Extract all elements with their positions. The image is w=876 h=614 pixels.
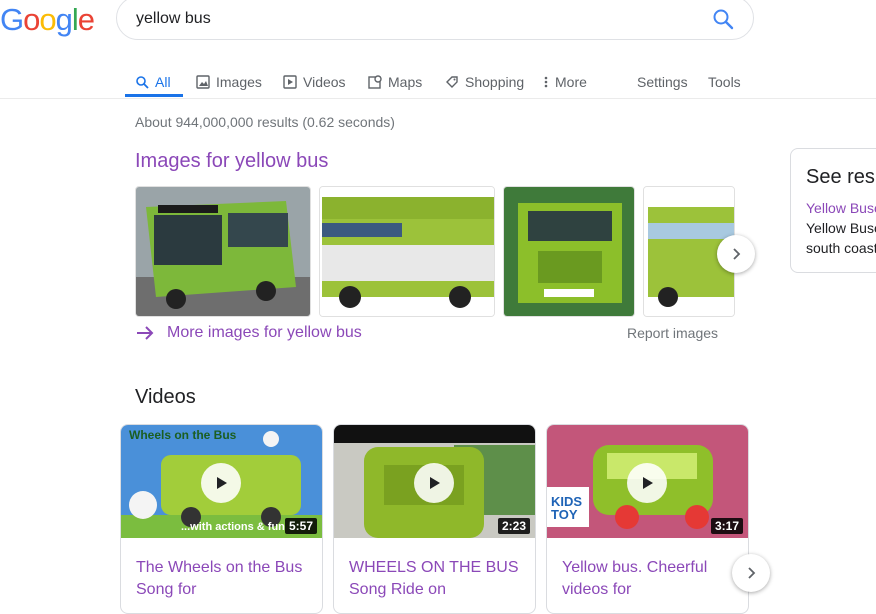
play-icon (217, 477, 227, 489)
search-box[interactable] (116, 0, 754, 40)
header-divider (0, 98, 876, 99)
logo-letter-g: G (0, 2, 24, 37)
logo-letter-g2: g (55, 2, 73, 37)
chevron-right-icon (733, 248, 741, 260)
tab-label: All (155, 74, 171, 90)
play-button[interactable] (414, 463, 454, 503)
play-icon (643, 477, 653, 489)
search-input[interactable] (136, 7, 696, 31)
image-result[interactable] (319, 186, 495, 317)
result-stats: About 944,000,000 results (0.62 seconds) (135, 114, 395, 130)
video-duration: 5:57 (284, 518, 317, 534)
play-button[interactable] (627, 463, 667, 503)
play-square-icon (283, 75, 297, 89)
logo-letter-e: e (77, 2, 95, 37)
tools-link[interactable]: Tools (708, 67, 741, 97)
more-images-label: More images for yellow bus (167, 324, 362, 341)
video-thumbnail[interactable]: Wheels on the Bus ...with actions & fun … (121, 425, 322, 538)
play-button[interactable] (201, 463, 241, 503)
tools-label: Tools (708, 74, 741, 90)
bus-image (504, 187, 634, 316)
logo-letter-o2: o (39, 2, 56, 37)
images-next-button[interactable] (717, 235, 755, 273)
video-thumbnail[interactable]: 2:23 (334, 425, 535, 538)
video-duration: 2:23 (497, 518, 530, 534)
side-panel-link[interactable]: Yellow Buse (806, 200, 876, 216)
tag-icon (446, 76, 458, 88)
video-duration: 3:17 (710, 518, 743, 534)
settings-label: Settings (637, 74, 688, 90)
video-overlay-text: ...with actions & fun (181, 521, 285, 533)
videos-heading: Videos (135, 386, 196, 408)
map-pin-icon (368, 75, 382, 89)
side-panel-title: See res (806, 166, 875, 188)
bus-image (320, 187, 494, 316)
search-icon (713, 9, 734, 30)
image-icon (196, 75, 210, 89)
side-panel-text: Yellow Buse (806, 220, 876, 236)
tab-label: More (555, 74, 587, 90)
image-result[interactable] (503, 186, 635, 317)
tab-videos[interactable]: Videos (283, 67, 346, 97)
active-tab-indicator (125, 94, 183, 97)
chevron-right-icon (748, 567, 756, 579)
tab-more[interactable]: More (543, 67, 587, 97)
side-panel-text: south coast (806, 240, 876, 256)
images-heading[interactable]: Images for yellow bus (135, 150, 328, 173)
image-result[interactable] (135, 186, 311, 317)
video-title[interactable]: The Wheels on the Bus Song for (136, 557, 311, 601)
tab-shopping[interactable]: Shopping (445, 67, 524, 97)
video-card[interactable]: Wheels on the Bus ...with actions & fun … (120, 424, 323, 614)
tab-label: Shopping (465, 74, 525, 90)
video-title[interactable]: Yellow bus. Cheerful videos for (562, 557, 737, 601)
tab-images[interactable]: Images (196, 67, 262, 97)
video-overlay-text: Wheels on the Bus (129, 428, 237, 442)
bus-image (136, 187, 310, 316)
logo-letter-o1: o (23, 2, 40, 37)
more-images-link[interactable]: More images for yellow bus (135, 324, 362, 342)
search-button[interactable] (711, 7, 737, 33)
video-card[interactable]: KIDS TOY 3:17 Yellow bus. Cheerful video… (546, 424, 749, 614)
google-logo[interactable]: Google (0, 2, 95, 38)
settings-link[interactable]: Settings (637, 67, 688, 97)
play-icon (430, 477, 440, 489)
tab-label: Images (216, 74, 262, 90)
tab-label: Maps (388, 74, 423, 90)
search-icon (136, 76, 149, 89)
video-card[interactable]: 2:23 WHEELS ON THE BUS Song Ride on (333, 424, 536, 614)
tab-maps[interactable]: Maps (368, 67, 422, 97)
report-images-link[interactable]: Report images (627, 325, 718, 341)
video-title[interactable]: WHEELS ON THE BUS Song Ride on (349, 557, 524, 601)
tab-all[interactable]: All (135, 67, 171, 97)
video-overlay-logo-line: TOY (551, 507, 578, 522)
videos-next-button[interactable] (732, 554, 770, 592)
video-thumbnail[interactable]: KIDS TOY 3:17 (547, 425, 748, 538)
arrow-right-icon (137, 326, 154, 340)
video-overlay-logo: KIDS TOY (551, 495, 582, 521)
tab-label: Videos (303, 74, 346, 90)
more-vert-icon (544, 76, 548, 88)
